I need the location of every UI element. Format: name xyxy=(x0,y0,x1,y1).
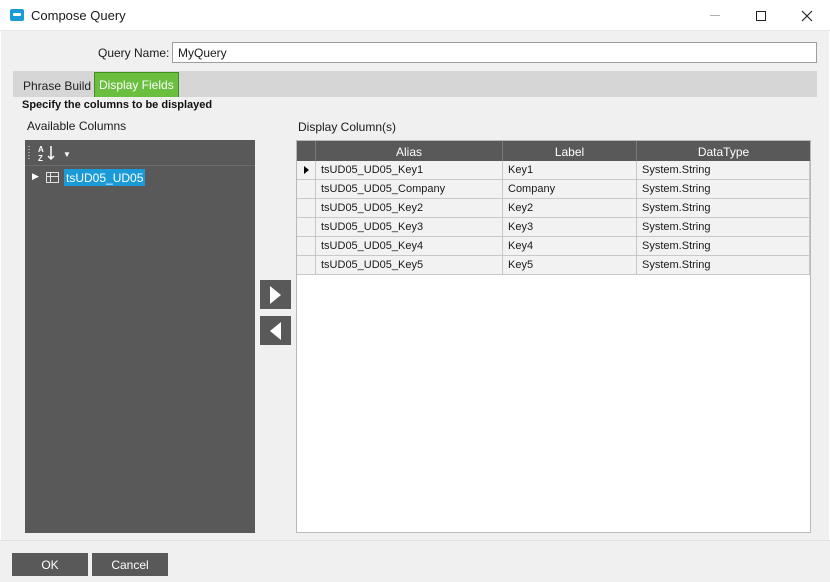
close-button[interactable] xyxy=(784,0,830,31)
table-row[interactable]: tsUD05_UD05_Company Company System.Strin… xyxy=(297,180,810,199)
table-row[interactable]: tsUD05_UD05_Key3 Key3 System.String xyxy=(297,218,810,237)
table-icon xyxy=(46,172,59,183)
alias-cell[interactable]: tsUD05_UD05_Key5 xyxy=(316,256,503,274)
dialog-body: Query Name: Phrase Build Display Fields … xyxy=(1,31,829,540)
alias-cell[interactable]: tsUD05_UD05_Key1 xyxy=(316,161,503,179)
query-name-input[interactable] xyxy=(172,42,817,63)
grid-header: Alias Label DataType xyxy=(297,141,810,161)
table-row[interactable]: tsUD05_UD05_Key5 Key5 System.String xyxy=(297,256,810,275)
label-cell[interactable]: Key4 xyxy=(503,237,637,255)
datatype-cell[interactable]: System.String xyxy=(637,237,810,255)
label-cell[interactable]: Key2 xyxy=(503,199,637,217)
tab-phrase-build[interactable]: Phrase Build xyxy=(16,71,98,97)
alias-cell[interactable]: tsUD05_UD05_Key3 xyxy=(316,218,503,236)
row-selector[interactable] xyxy=(297,161,316,179)
ok-button[interactable]: OK xyxy=(12,553,88,576)
current-row-icon xyxy=(304,166,309,174)
column-header-alias[interactable]: Alias xyxy=(316,141,503,161)
minimize-button[interactable] xyxy=(692,0,738,31)
datatype-cell[interactable]: System.String xyxy=(637,218,810,236)
close-icon xyxy=(801,10,813,21)
query-name-label: Query Name: xyxy=(98,46,170,60)
toolbar-grip-icon[interactable] xyxy=(28,146,30,160)
sort-az-icon[interactable]: A Z xyxy=(38,144,58,165)
maximize-icon xyxy=(756,10,766,21)
tree-node-label[interactable]: tsUD05_UD05 xyxy=(64,169,146,186)
alias-cell[interactable]: tsUD05_UD05_Key4 xyxy=(316,237,503,255)
title-bar: Compose Query xyxy=(0,0,830,31)
svg-text:Z: Z xyxy=(38,154,43,162)
table-row[interactable]: tsUD05_UD05_Key1 Key1 System.String xyxy=(297,161,810,180)
instruction-text: Specify the columns to be displayed xyxy=(22,99,213,111)
display-columns-label: Display Column(s) xyxy=(298,120,397,134)
arrow-right-icon xyxy=(270,285,281,304)
label-cell[interactable]: Key5 xyxy=(503,256,637,274)
row-selector[interactable] xyxy=(297,237,316,255)
row-selector[interactable] xyxy=(297,199,316,217)
tree-node-row[interactable]: ▶ tsUD05_UD05 xyxy=(25,168,255,186)
svg-text:A: A xyxy=(38,145,44,154)
chevron-down-icon[interactable]: ▼ xyxy=(63,150,71,159)
dialog-footer: OK Cancel xyxy=(0,540,830,582)
cancel-button[interactable]: Cancel xyxy=(92,553,168,576)
available-columns-tree[interactable]: A Z ▼ ▶ tsUD05_UD05 xyxy=(25,140,255,533)
column-header-label[interactable]: Label xyxy=(503,141,637,161)
tab-display-fields[interactable]: Display Fields xyxy=(94,72,179,97)
remove-column-button[interactable] xyxy=(260,316,291,345)
app-window-icon xyxy=(10,9,24,21)
datatype-cell[interactable]: System.String xyxy=(637,180,810,198)
display-fields-panel: Specify the columns to be displayed Avai… xyxy=(13,97,817,537)
datatype-cell[interactable]: System.String xyxy=(637,199,810,217)
expand-arrow-icon[interactable]: ▶ xyxy=(32,171,39,182)
arrow-left-icon xyxy=(270,321,281,340)
datatype-cell[interactable]: System.String xyxy=(637,161,810,179)
alias-cell[interactable]: tsUD05_UD05_Key2 xyxy=(316,199,503,217)
row-selector-header[interactable] xyxy=(297,141,316,161)
add-column-button[interactable] xyxy=(260,280,291,309)
table-row[interactable]: tsUD05_UD05_Key4 Key4 System.String xyxy=(297,237,810,256)
row-selector[interactable] xyxy=(297,218,316,236)
datatype-cell[interactable]: System.String xyxy=(637,256,810,274)
minimize-icon xyxy=(710,15,720,16)
display-columns-grid[interactable]: Alias Label DataType tsUD05_UD05_Key1 Ke… xyxy=(296,140,811,533)
tree-toolbar: A Z ▼ xyxy=(25,140,255,166)
column-header-datatype[interactable]: DataType xyxy=(637,141,810,161)
table-row[interactable]: tsUD05_UD05_Key2 Key2 System.String xyxy=(297,199,810,218)
row-selector[interactable] xyxy=(297,256,316,274)
tab-strip: Phrase Build Display Fields xyxy=(13,71,817,97)
row-selector[interactable] xyxy=(297,180,316,198)
available-columns-label: Available Columns xyxy=(27,119,127,133)
label-cell[interactable]: Key1 xyxy=(503,161,637,179)
window-title: Compose Query xyxy=(31,8,126,23)
alias-cell[interactable]: tsUD05_UD05_Company xyxy=(316,180,503,198)
label-cell[interactable]: Key3 xyxy=(503,218,637,236)
sort-az-glyph-icon: A Z xyxy=(38,145,55,163)
maximize-button[interactable] xyxy=(738,0,784,31)
label-cell[interactable]: Company xyxy=(503,180,637,198)
